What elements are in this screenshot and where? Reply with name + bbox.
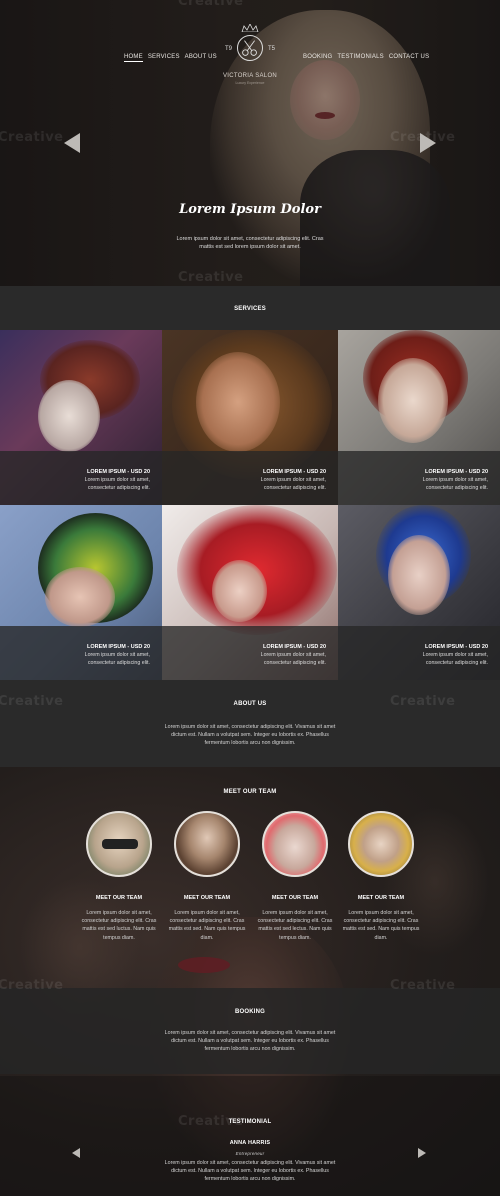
nav-home-link[interactable]: HOME [124, 54, 143, 62]
hero-slider: Creative Creative Creative Creative HOME… [0, 0, 500, 286]
team-member-name: MEET OUR TEAM [183, 895, 231, 901]
hero-next-arrow-icon[interactable] [420, 133, 436, 153]
booking-text: Lorem ipsum dolor sit amet, consectetur … [164, 1030, 336, 1053]
service-photo-face [45, 567, 115, 627]
service-title: LOREM IPSUM - USD 20 [87, 469, 150, 475]
booking-title: BOOKING [234, 1009, 266, 1015]
service-text: Lorem ipsum dolor sit amet, consectetur … [422, 652, 488, 667]
services-title: SERVICES [234, 306, 266, 312]
watermark: Creative [178, 1114, 244, 1129]
about-title: ABOUT US [233, 701, 267, 707]
logo-emblem [237, 35, 263, 61]
service-title: LOREM IPSUM - USD 20 [425, 644, 488, 650]
testimonial-name: ANNA HARRIS [229, 1140, 271, 1146]
logo-tagline: Luxury Experience [235, 81, 265, 85]
service-photo-face [38, 380, 100, 452]
service-card[interactable]: LOREM IPSUM - USD 20 Lorem ipsum dolor s… [0, 330, 162, 505]
service-photo-face [212, 560, 267, 622]
testimonial-prev-arrow-icon[interactable] [72, 1148, 80, 1158]
main-nav-right: BOOKING TESTIMONIALS CONTACT US [303, 54, 429, 60]
logo-year-left: T9 [225, 46, 233, 52]
watermark: Creative [0, 978, 64, 993]
main-nav-left: HOME SERVICES ABOUT US [124, 54, 217, 62]
service-photo-face [196, 352, 280, 452]
service-card[interactable]: LOREM IPSUM - USD 20 Lorem ipsum dolor s… [0, 505, 162, 680]
service-title: LOREM IPSUM - USD 20 [263, 644, 326, 650]
watermark: Creative [0, 130, 64, 145]
nav-services-link[interactable]: SERVICES [148, 54, 180, 62]
hero-prev-arrow-icon[interactable] [64, 133, 80, 153]
team-member-name: MEET OUR TEAM [95, 895, 143, 901]
service-card[interactable]: LOREM IPSUM - USD 20 Lorem ipsum dolor s… [338, 330, 500, 505]
team-member-text: Lorem ipsum dolor sit amet, consectetur … [81, 910, 157, 941]
service-text: Lorem ipsum dolor sit amet, consectetur … [260, 652, 326, 667]
testimonial-text: Lorem ipsum dolor sit amet, consectetur … [164, 1160, 336, 1183]
service-text: Lorem ipsum dolor sit amet, consectetur … [84, 477, 150, 492]
service-text: Lorem ipsum dolor sit amet, consectetur … [422, 477, 488, 492]
team-member-name: MEET OUR TEAM [271, 895, 319, 901]
logo-year-right: T5 [267, 46, 275, 52]
sunglasses-icon [102, 839, 138, 849]
about-text: Lorem ipsum dolor sit amet, consectetur … [164, 724, 336, 747]
team-member-text: Lorem ipsum dolor sit amet, consectetur … [342, 910, 420, 941]
service-text: Lorem ipsum dolor sit amet, consectetur … [260, 477, 326, 492]
service-card[interactable]: LOREM IPSUM - USD 20 Lorem ipsum dolor s… [338, 505, 500, 680]
nav-about-link[interactable]: ABOUT US [185, 54, 217, 62]
crown-icon [241, 24, 259, 32]
hero-text: Lorem ipsum dolor sit amet, consectetur … [176, 236, 324, 250]
service-card[interactable]: LOREM IPSUM - USD 20 Lorem ipsum dolor s… [162, 505, 338, 680]
watermark: Creative [178, 270, 244, 285]
avatar[interactable] [86, 811, 152, 877]
salon-logo[interactable]: T9 T5 VICTORIA SALON Luxury Experience [222, 24, 278, 86]
scissors-icon [242, 40, 257, 56]
nav-contact-link[interactable]: CONTACT US [389, 54, 429, 60]
testimonial-title: TESTIMONIAL [228, 1119, 272, 1125]
service-title: LOREM IPSUM - USD 20 [263, 469, 326, 475]
service-text: Lorem ipsum dolor sit amet, consectetur … [84, 652, 150, 667]
testimonial-next-arrow-icon[interactable] [418, 1148, 426, 1158]
service-photo-face [378, 358, 448, 443]
watermark: Creative [390, 978, 456, 993]
team-member-name: MEET OUR TEAM [357, 895, 405, 901]
service-photo-face [388, 535, 450, 615]
service-title: LOREM IPSUM - USD 20 [87, 644, 150, 650]
hero-title: Lorem Ipsum Dolor [179, 202, 321, 217]
team-member-text: Lorem ipsum dolor sit amet, consectetur … [168, 910, 246, 941]
avatar[interactable] [348, 811, 414, 877]
team-member-text: Lorem ipsum dolor sit amet, consectetur … [257, 910, 333, 941]
avatar[interactable] [174, 811, 240, 877]
logo-name: VICTORIA SALON [222, 73, 278, 79]
service-card[interactable]: LOREM IPSUM - USD 20 Lorem ipsum dolor s… [162, 330, 338, 505]
nav-testimonials-link[interactable]: TESTIMONIALS [337, 54, 383, 60]
team-title: MEET OUR TEAM [223, 789, 277, 795]
nav-booking-link[interactable]: BOOKING [303, 54, 332, 60]
watermark: Creative [178, 0, 244, 9]
service-title: LOREM IPSUM - USD 20 [425, 469, 488, 475]
avatar[interactable] [262, 811, 328, 877]
